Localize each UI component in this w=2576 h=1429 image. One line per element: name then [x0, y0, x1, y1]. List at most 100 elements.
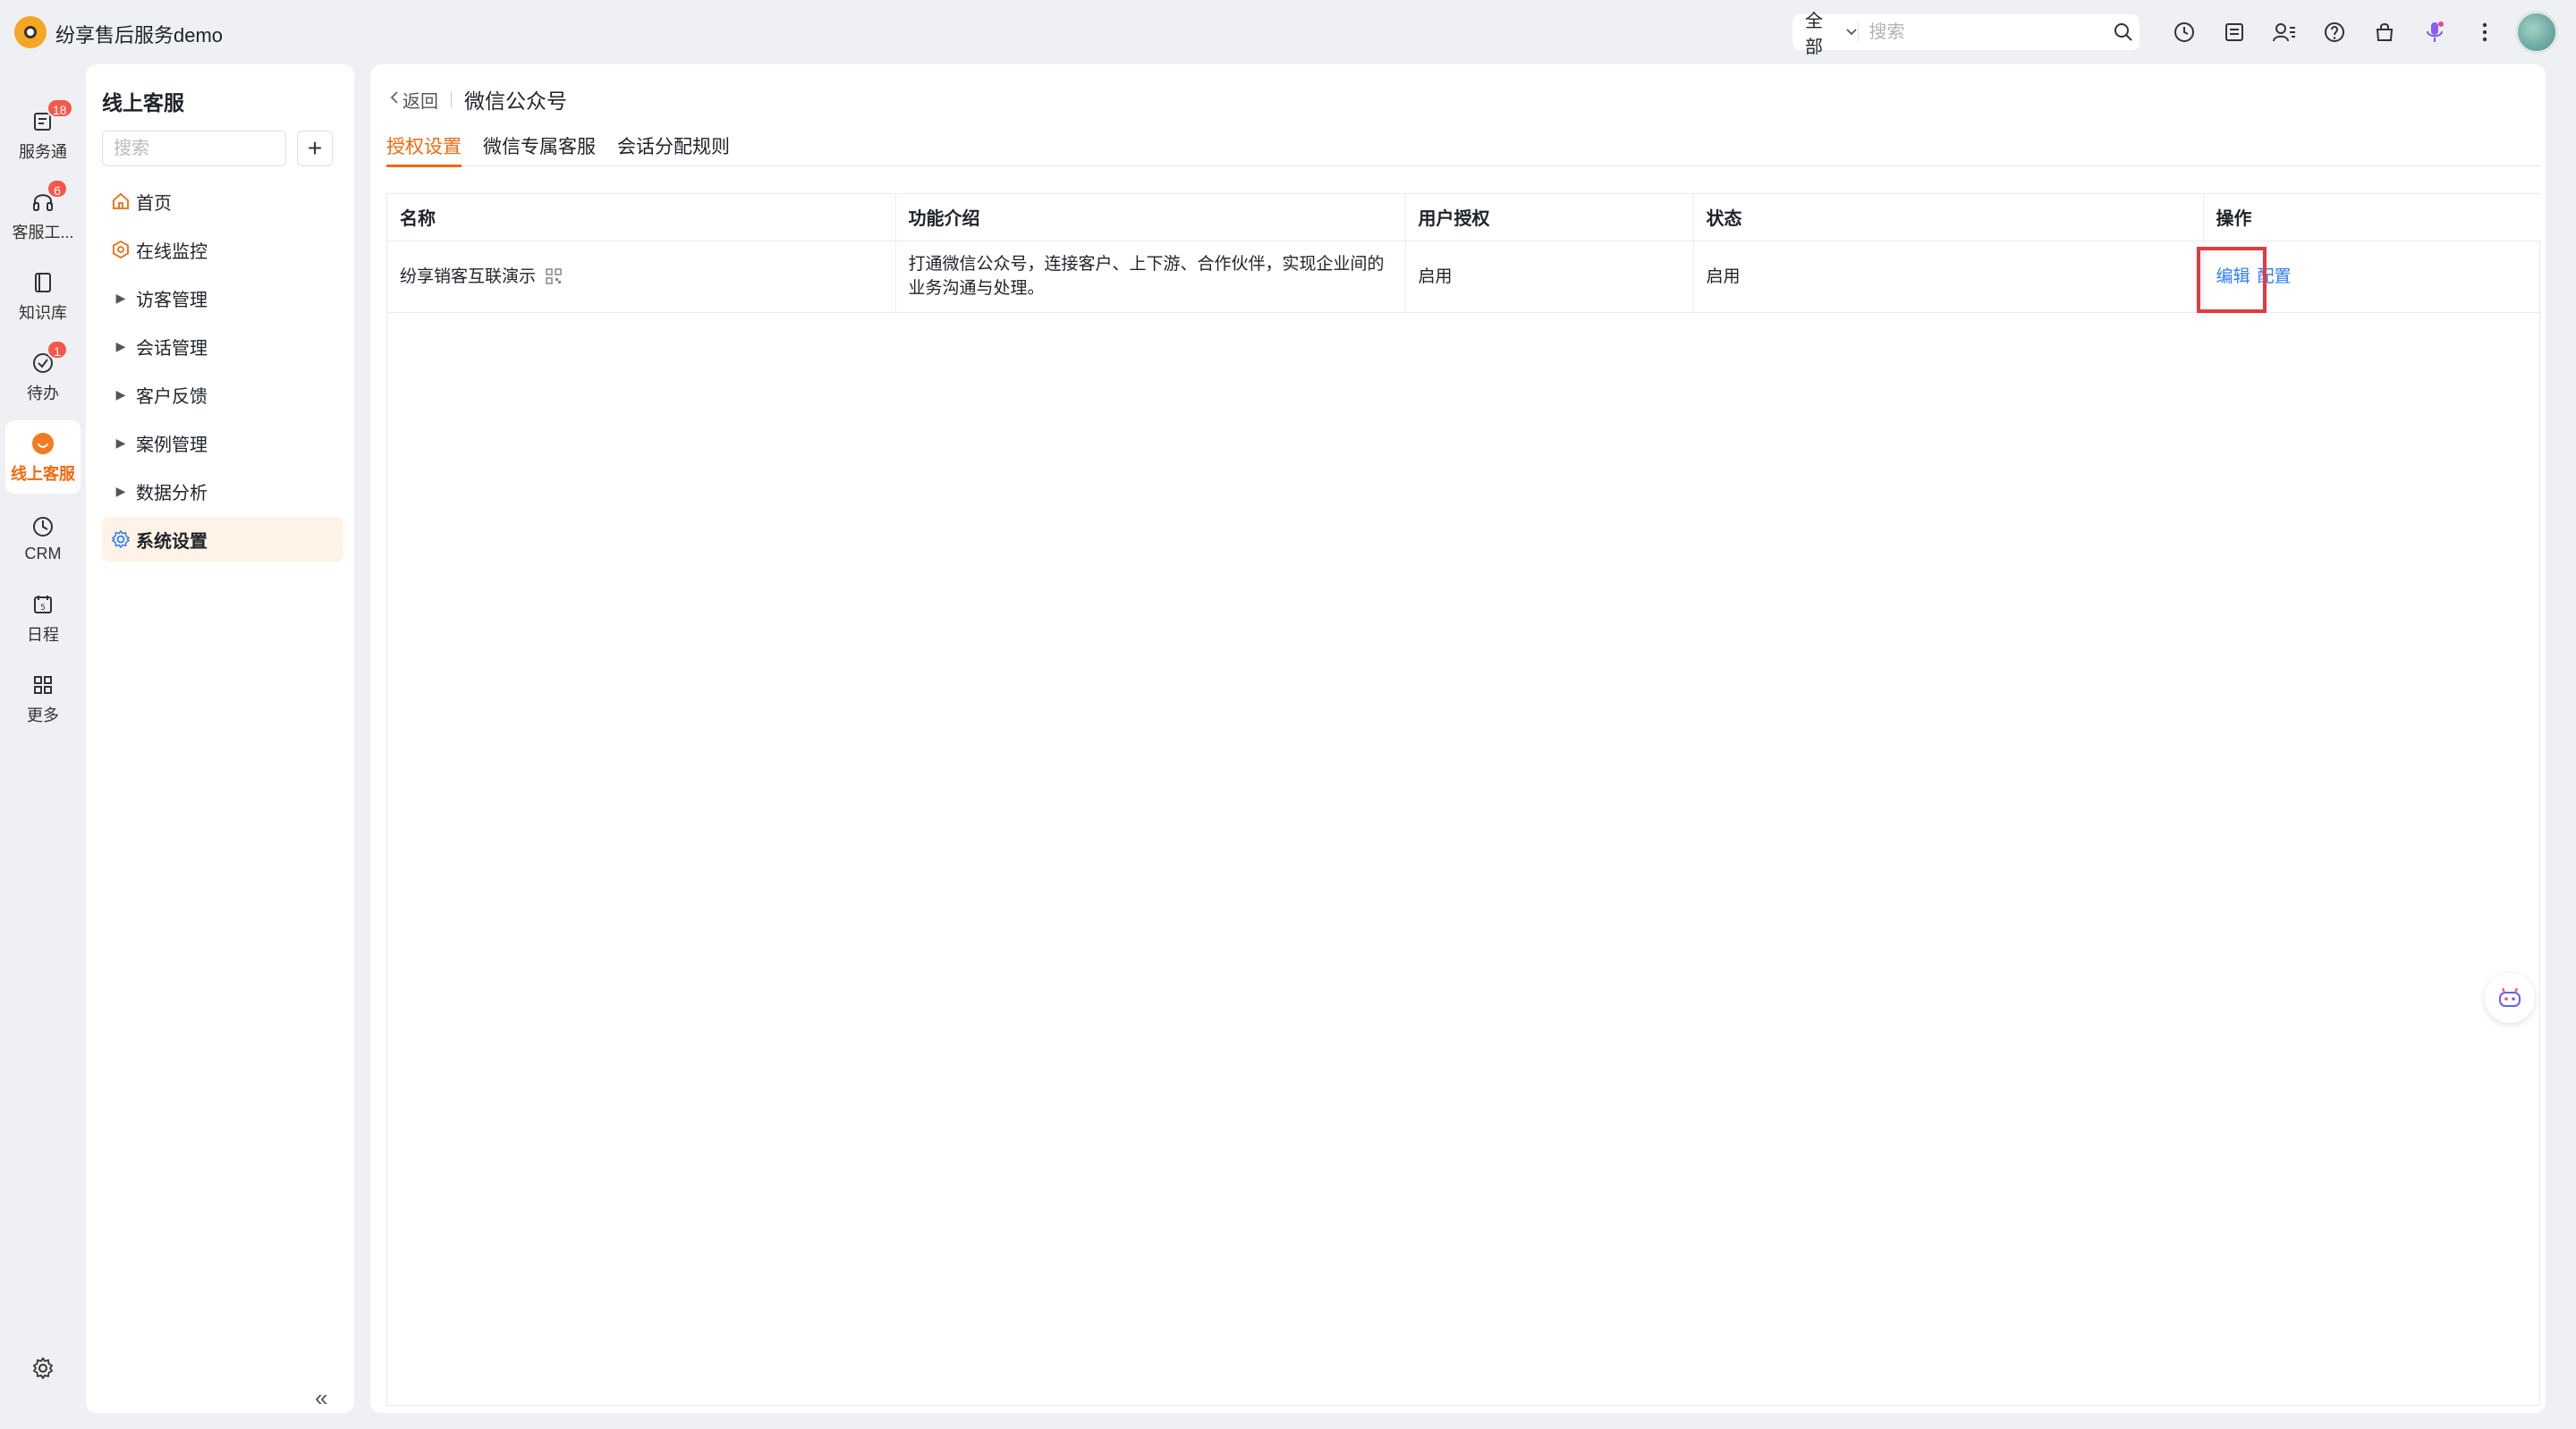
rail-item-label: 更多: [27, 706, 59, 724]
gear-icon: [111, 529, 131, 549]
sidebar-item-cases[interactable]: ▶ 案例管理: [102, 420, 343, 465]
store-icon[interactable]: [2368, 16, 2401, 48]
crm-icon: [29, 512, 57, 541]
tab-wechat-agent[interactable]: 微信专属客服: [483, 127, 596, 166]
app-rail: 18 服务通 6 客服工... 知识库 1 待办 线上客服 CRM 5 日程 更…: [0, 64, 86, 1429]
sidebar-search-input[interactable]: [102, 131, 286, 166]
add-button[interactable]: +: [297, 131, 333, 166]
sidebar-item-feedback[interactable]: ▶ 客户反馈: [102, 372, 343, 417]
edit-link[interactable]: 编辑: [2216, 267, 2250, 286]
rail-item-label: 线上客服: [11, 465, 75, 483]
contacts-icon[interactable]: [2268, 16, 2301, 48]
rail-item-label: 待办: [27, 385, 59, 402]
service-icon: 18: [29, 98, 73, 136]
inbox-icon[interactable]: [2218, 16, 2250, 48]
grid-icon: [29, 671, 57, 699]
page-title: 微信公众号: [464, 89, 567, 113]
book-icon: [29, 268, 57, 297]
rail-item-online-service[interactable]: 线上客服: [5, 420, 80, 494]
configure-link[interactable]: 配置: [2258, 267, 2292, 286]
column-header-name: 名称: [387, 194, 896, 241]
sidebar-item-label: 会话管理: [136, 338, 208, 359]
more-icon[interactable]: [2469, 16, 2501, 48]
home-icon: [111, 191, 131, 211]
sidebar-nav: 首页 在线监控 ▶ 访客管理 ▶ 会话管理 ▶ 客户反馈 ▶ 案例管理 ▶ 数据…: [102, 179, 343, 565]
search-icon[interactable]: [2107, 22, 2140, 42]
tab-assignment-rules[interactable]: 会话分配规则: [617, 127, 730, 166]
caret-right-icon: ▶: [115, 386, 126, 402]
rail-item-agent-workbench[interactable]: 6 客服工...: [5, 179, 80, 252]
sidebar-item-label: 系统设置: [136, 531, 208, 552]
rail-item-label: CRM: [24, 544, 62, 562]
rail-item-calendar[interactable]: 5 日程: [5, 581, 80, 655]
column-header-description: 功能介绍: [895, 194, 1406, 241]
back-button[interactable]: 返回: [390, 87, 438, 113]
user-avatar[interactable]: [2515, 11, 2558, 54]
rail-item-label: 服务通: [19, 143, 67, 161]
module-sidebar: 线上客服 + 首页 在线监控 ▶ 访客管理 ▶ 会话管理 ▶ 客户反馈: [86, 64, 354, 1413]
sidebar-item-analytics[interactable]: ▶ 数据分析: [102, 469, 343, 513]
rail-item-crm[interactable]: CRM: [5, 501, 80, 574]
caret-right-icon: ▶: [115, 290, 126, 305]
sidebar-item-visitors[interactable]: ▶ 访客管理: [102, 275, 343, 320]
sidebar-item-label: 首页: [136, 193, 172, 214]
rail-item-label: 知识库: [19, 304, 67, 322]
sidebar-item-home[interactable]: 首页: [102, 179, 343, 224]
sidebar-item-label: 数据分析: [136, 483, 208, 503]
account-name: 纷享销客互联演示: [400, 266, 537, 286]
badge-count: 1: [47, 340, 68, 359]
main-panel: 返回 微信公众号 授权设置 微信专属客服 会话分配规则 名称 功能介绍 用户授权…: [370, 64, 2546, 1413]
rail-item-service[interactable]: 18 服务通: [5, 98, 80, 172]
global-search-input[interactable]: [1858, 16, 2108, 48]
cell-name: 纷享销客互联演示: [387, 241, 896, 313]
svg-text:5: 5: [40, 604, 46, 613]
sidebar-item-label: 客户反馈: [136, 386, 208, 407]
caret-right-icon: ▶: [115, 483, 126, 498]
sidebar-item-system-settings[interactable]: 系统设置: [102, 517, 343, 562]
tab-authorization[interactable]: 授权设置: [386, 127, 462, 167]
tab-bar: 授权设置 微信专属客服 会话分配规则: [386, 127, 2540, 167]
cell-status: 启用: [1693, 241, 2204, 313]
chatbot-icon[interactable]: [2485, 973, 2535, 1023]
check-circle-icon: 1: [29, 340, 68, 377]
breadcrumb: 返回 微信公众号: [390, 84, 567, 114]
rail-item-todo[interactable]: 1 待办: [5, 340, 80, 413]
voice-assistant-icon[interactable]: [2419, 16, 2451, 48]
cell-description: 打通微信公众号，连接客户、上下游、合作伙伴，实现企业间的业务沟通与处理。: [895, 241, 1406, 313]
accounts-table: 名称 功能介绍 用户授权 状态 操作 纷享销客互联演示 打通微信公众号，连接客户…: [386, 193, 2541, 1406]
chevron-down-icon: [1845, 25, 1858, 39]
monitor-icon: [111, 240, 131, 259]
qr-code-icon[interactable]: [545, 267, 563, 285]
badge-count: 18: [47, 98, 73, 118]
top-bar: 纷享售后服务demo 全部: [0, 0, 2576, 64]
settings-gear-icon[interactable]: [27, 1352, 59, 1384]
table-header-row: 名称 功能介绍 用户授权 状态 操作: [387, 194, 2541, 241]
app-logo: [14, 16, 47, 48]
module-title: 线上客服: [102, 91, 184, 114]
sidebar-item-label: 访客管理: [136, 290, 208, 310]
search-scope-dropdown[interactable]: 全部: [1792, 6, 1858, 58]
collapse-sidebar-button[interactable]: «: [315, 1384, 327, 1412]
column-header-status: 状态: [1693, 194, 2204, 241]
headset-icon: 6: [29, 179, 68, 216]
divider: [451, 91, 452, 107]
sidebar-item-sessions[interactable]: ▶ 会话管理: [102, 324, 343, 368]
rail-item-more[interactable]: 更多: [5, 662, 80, 735]
clock-icon[interactable]: [2168, 16, 2200, 48]
caret-right-icon: ▶: [115, 338, 126, 353]
app-title: 纷享售后服务demo: [55, 24, 224, 47]
rail-item-label: 日程: [27, 626, 59, 644]
chevron-left-icon: [390, 89, 399, 110]
column-header-user-auth: 用户授权: [1405, 194, 1694, 241]
table-row: 纷享销客互联演示 打通微信公众号，连接客户、上下游、合作伙伴，实现企业间的业务沟…: [387, 241, 2541, 313]
column-header-actions: 操作: [2203, 194, 2541, 241]
online-service-icon: [29, 429, 57, 458]
help-icon[interactable]: [2318, 16, 2351, 48]
calendar-icon: 5: [29, 590, 57, 619]
back-label: 返回: [402, 91, 438, 112]
rail-item-knowledge[interactable]: 知识库: [5, 259, 80, 333]
caret-right-icon: ▶: [115, 435, 126, 450]
sidebar-item-monitor[interactable]: 在线监控: [102, 227, 343, 272]
search-scope-label: 全部: [1805, 12, 1823, 57]
global-search: 全部: [1792, 12, 2140, 57]
